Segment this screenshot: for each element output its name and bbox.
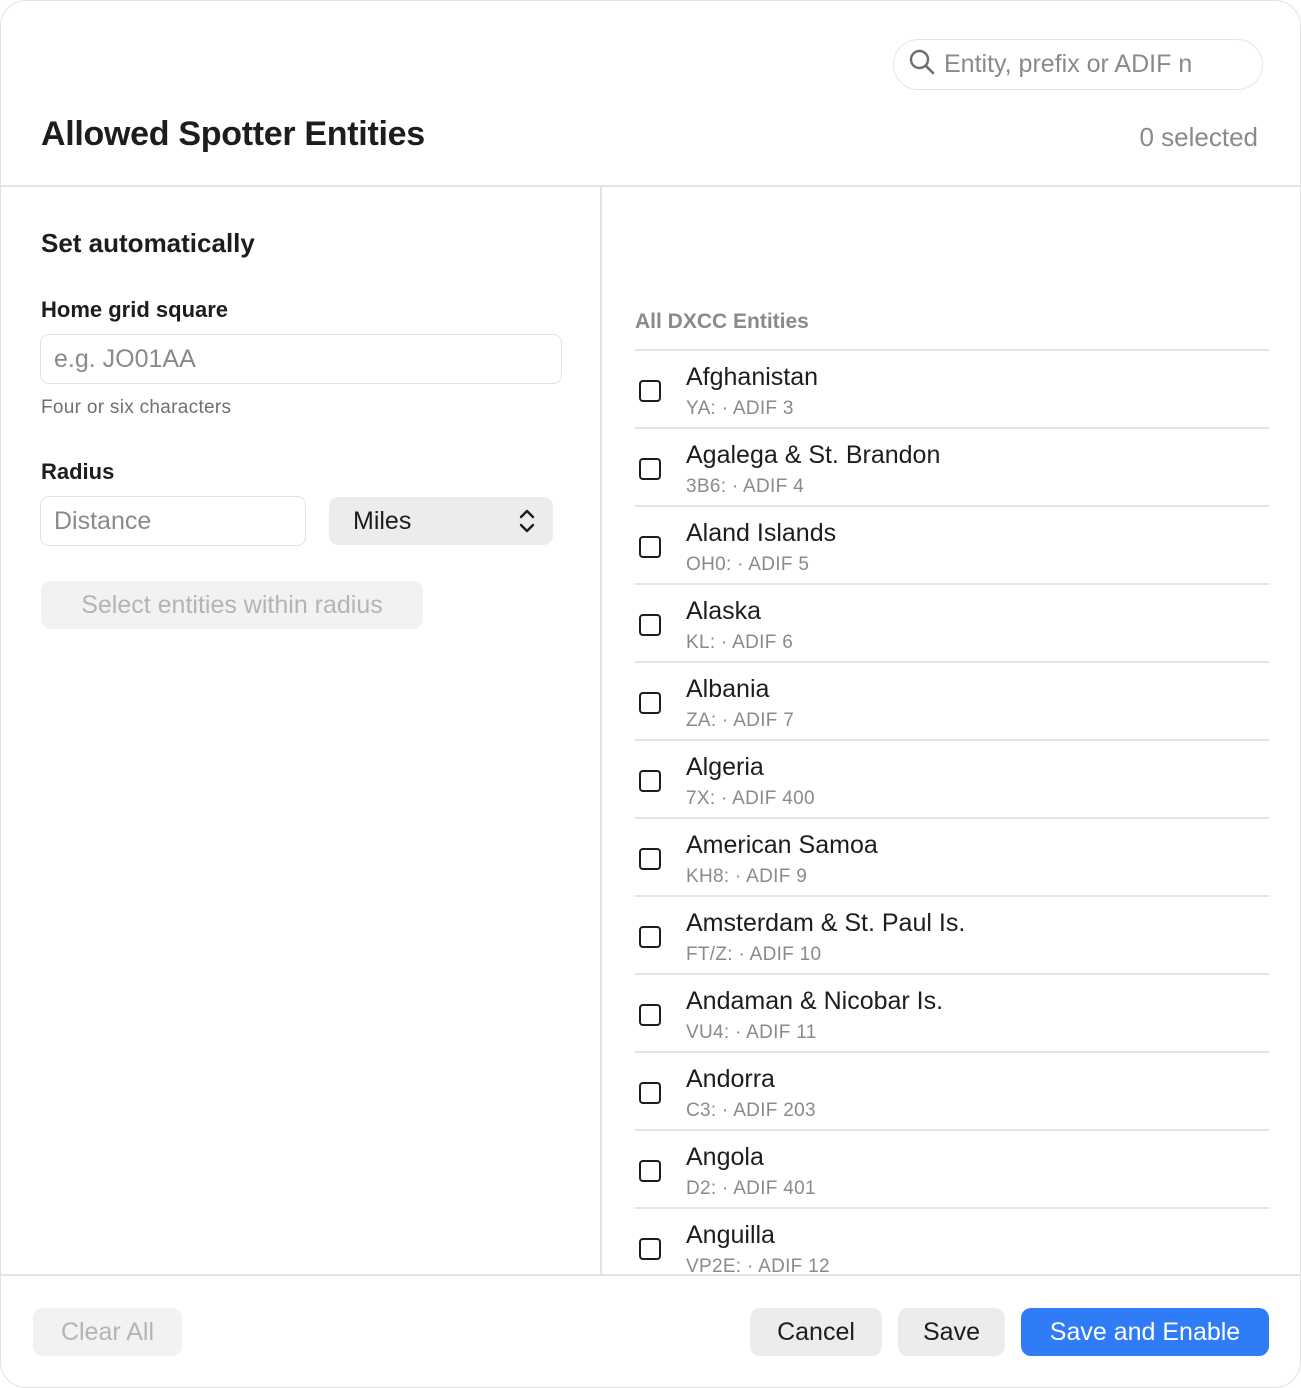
section-title: Set automatically [41, 228, 255, 258]
checkbox[interactable] [639, 1160, 661, 1182]
entity-name: Algeria [686, 753, 764, 781]
entity-name: Angola [686, 1143, 764, 1171]
checkbox[interactable] [639, 1238, 661, 1260]
entity-meta: 3B6: · ADIF 4 [686, 476, 804, 497]
entity-meta: OH0: · ADIF 5 [686, 554, 810, 575]
page-title: Allowed Spotter Entities [41, 115, 425, 153]
entity-name: Agalega & St. Brandon [686, 441, 941, 469]
checkbox[interactable] [639, 692, 661, 714]
select-within-radius-button[interactable]: Select entities within radius [41, 581, 423, 629]
entity-name: Andorra [686, 1065, 775, 1093]
checkbox[interactable] [639, 614, 661, 636]
entity-name: Afghanistan [686, 363, 819, 391]
checkbox[interactable] [639, 1082, 661, 1104]
cancel-button[interactable]: Cancel [750, 1308, 882, 1356]
entity-meta: 7X: · ADIF 400 [686, 788, 815, 809]
entity-name: Amsterdam & St. Paul Is. [686, 909, 966, 937]
entity-meta: YA: · ADIF 3 [686, 398, 794, 419]
header-divider [1, 185, 1300, 187]
entity-meta: KH8: · ADIF 9 [686, 866, 808, 887]
entity-meta: VP2E: · ADIF 12 [686, 1256, 830, 1274]
entity-name: American Samoa [686, 831, 878, 859]
panel-divider [600, 186, 602, 1275]
entity-name: Aland Islands [686, 519, 837, 547]
checkbox[interactable] [639, 1004, 661, 1026]
list-item[interactable]: Afghanistan YA: · ADIF 3 [635, 349, 1269, 427]
save-button[interactable]: Save [898, 1308, 1005, 1356]
entity-name: Andaman & Nicobar Is. [686, 987, 944, 1015]
save-and-enable-button[interactable]: Save and Enable [1021, 1308, 1269, 1356]
radius-label: Radius [41, 459, 115, 484]
checkbox[interactable] [639, 770, 661, 792]
checkbox[interactable] [639, 380, 661, 402]
checkbox[interactable] [639, 536, 661, 558]
checkbox[interactable] [639, 458, 661, 480]
grid-square-input[interactable] [40, 334, 562, 384]
search-field[interactable] [893, 39, 1263, 90]
entity-meta: VU4: · ADIF 11 [686, 1022, 817, 1043]
list-item[interactable]: American Samoa KH8: · ADIF 9 [635, 817, 1269, 895]
list-item[interactable]: Andaman & Nicobar Is. VU4: · ADIF 11 [635, 973, 1269, 1051]
grid-hint: Four or six characters [41, 397, 232, 418]
entity-meta: ZA: · ADIF 7 [686, 710, 795, 731]
entity-name: Albania [686, 675, 770, 703]
entity-meta: C3: · ADIF 203 [686, 1100, 816, 1121]
list-item[interactable]: Amsterdam & St. Paul Is. FT/Z: · ADIF 10 [635, 895, 1269, 973]
selected-count: 0 selected [1139, 122, 1258, 152]
checkbox[interactable] [639, 926, 661, 948]
entity-name: Alaska [686, 597, 762, 625]
distance-input[interactable] [40, 496, 306, 546]
unit-select-value: Miles [353, 506, 412, 535]
list-item[interactable]: Algeria 7X: · ADIF 400 [635, 739, 1269, 817]
list-item[interactable]: Agalega & St. Brandon 3B6: · ADIF 4 [635, 427, 1269, 505]
clear-all-button[interactable]: Clear All [33, 1308, 182, 1356]
list-item[interactable]: Aland Islands OH0: · ADIF 5 [635, 505, 1269, 583]
entity-meta: FT/Z: · ADIF 10 [686, 944, 822, 965]
footer-divider [1, 1274, 1300, 1276]
entity-meta: KL: · ADIF 6 [686, 632, 794, 653]
list-item[interactable]: Albania ZA: · ADIF 7 [635, 661, 1269, 739]
list-item[interactable]: Angola D2: · ADIF 401 [635, 1129, 1269, 1207]
list-header: All DXCC Entities [635, 310, 809, 333]
dialog-window: Allowed Spotter Entities 0 selected Set … [0, 0, 1301, 1388]
chevron-up-down-icon [519, 508, 535, 541]
grid-label: Home grid square [41, 297, 229, 322]
unit-select[interactable]: Miles [329, 497, 553, 545]
search-icon [908, 48, 936, 81]
list-item[interactable]: Alaska KL: · ADIF 6 [635, 583, 1269, 661]
list-item[interactable]: Andorra C3: · ADIF 203 [635, 1051, 1269, 1129]
entity-name: Anguilla [686, 1221, 775, 1249]
entity-list[interactable]: Afghanistan YA: · ADIF 3 Agalega & St. B… [635, 349, 1269, 1274]
entity-meta: D2: · ADIF 401 [686, 1178, 816, 1199]
checkbox[interactable] [639, 848, 661, 870]
search-input[interactable] [944, 50, 1244, 79]
list-item[interactable]: Anguilla VP2E: · ADIF 12 [635, 1207, 1269, 1274]
